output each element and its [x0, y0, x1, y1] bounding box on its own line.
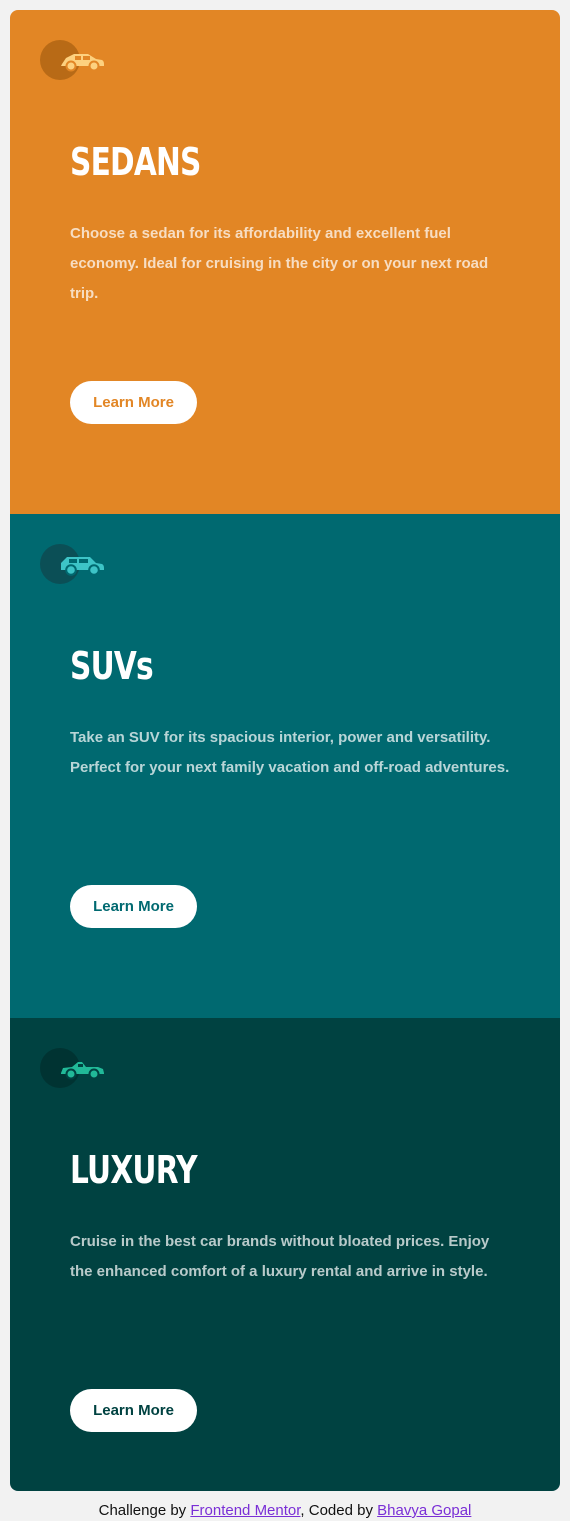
card-description: Choose a sedan for its affordability and…: [70, 225, 489, 302]
author-link[interactable]: Bhavya Gopal: [377, 1502, 471, 1519]
sedans-card: SEDANS Choose a sedan for its affordabil…: [10, 10, 560, 514]
suv-car-icon: [40, 544, 104, 584]
card-title: SEDANS: [70, 140, 201, 184]
luxury-card: LUXURY Cruise in the best car brands wit…: [10, 1018, 560, 1491]
card-title: LUXURY: [70, 1148, 198, 1192]
luxury-car-icon: [40, 1048, 104, 1088]
card-description: Cruise in the best car brands without bl…: [70, 1233, 490, 1280]
card-description: Take an SUV for its spacious interior, p…: [70, 729, 510, 776]
learn-more-button[interactable]: Learn More: [70, 1389, 197, 1432]
learn-more-button[interactable]: Learn More: [70, 381, 197, 424]
attribution-footer: Challenge by Frontend Mentor, Coded by B…: [0, 1501, 570, 1521]
sedan-car-icon: [40, 40, 104, 80]
car-cards-container: SEDANS Choose a sedan for its affordabil…: [10, 10, 560, 1491]
frontend-mentor-link[interactable]: Frontend Mentor: [190, 1502, 300, 1519]
learn-more-button[interactable]: Learn More: [70, 885, 197, 928]
suvs-card: SUVs Take an SUV for its spacious interi…: [10, 514, 560, 1018]
footer-prefix: Challenge by: [98, 1502, 191, 1519]
footer-middle: , Coded by: [300, 1502, 378, 1519]
card-title: SUVs: [70, 644, 154, 688]
